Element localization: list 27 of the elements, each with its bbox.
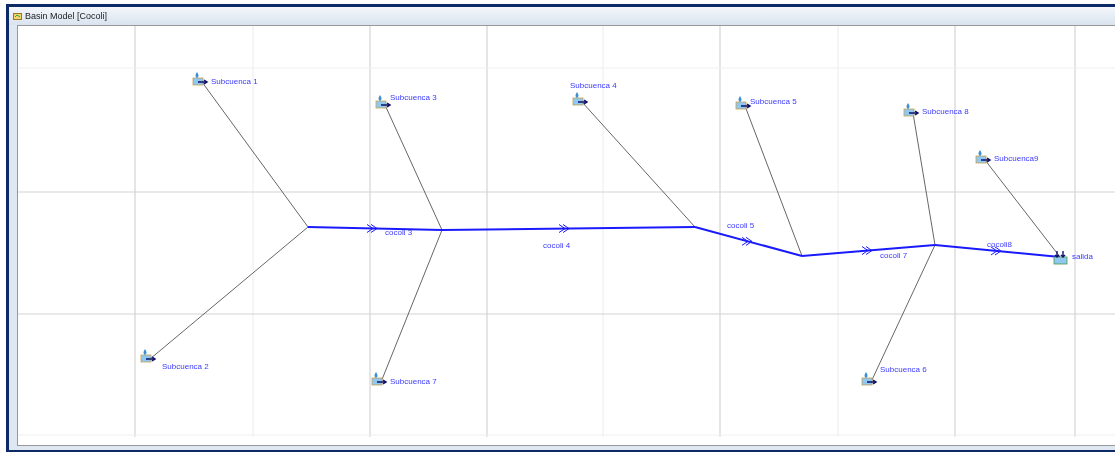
- subbasin-icon[interactable]: [735, 96, 752, 110]
- node-label: Subcuenca 3: [390, 93, 437, 102]
- node-label: Subcuenca 7: [390, 377, 437, 386]
- subbasin-icon[interactable]: [572, 92, 589, 106]
- reach-label: cocoli 7: [880, 251, 908, 260]
- node-label: Subcuenca9: [994, 154, 1039, 163]
- subbasin-icon[interactable]: [975, 150, 992, 164]
- node-label: Subcuenca 8: [922, 107, 969, 116]
- reach-label: cocoli 4: [543, 241, 571, 250]
- node-label: Subcuenca 5: [750, 97, 797, 106]
- reach-label: cocoli 3: [385, 228, 413, 237]
- node-label: Subcuenca 6: [880, 365, 927, 374]
- node-label: Subcuenca 1: [211, 77, 258, 86]
- subbasin-icon[interactable]: [903, 103, 920, 117]
- subbasin-icon[interactable]: [861, 372, 878, 386]
- window-title: Basin Model [Cocoli]: [25, 11, 108, 21]
- reach-label: cocoli8: [987, 240, 1012, 249]
- reach-label: cocoli 5: [727, 221, 755, 230]
- subbasin-icon[interactable]: [375, 95, 392, 109]
- subbasin-icon[interactable]: [140, 349, 157, 363]
- basin-icon: [13, 12, 22, 20]
- subbasin-icon[interactable]: [371, 372, 388, 386]
- node-label: Subcuenca 4: [570, 81, 617, 90]
- subbasin-icon[interactable]: [192, 72, 209, 86]
- sink-icon[interactable]: [1053, 250, 1068, 265]
- node-label: salida: [1072, 252, 1093, 261]
- node-label: Subcuenca 2: [162, 362, 209, 371]
